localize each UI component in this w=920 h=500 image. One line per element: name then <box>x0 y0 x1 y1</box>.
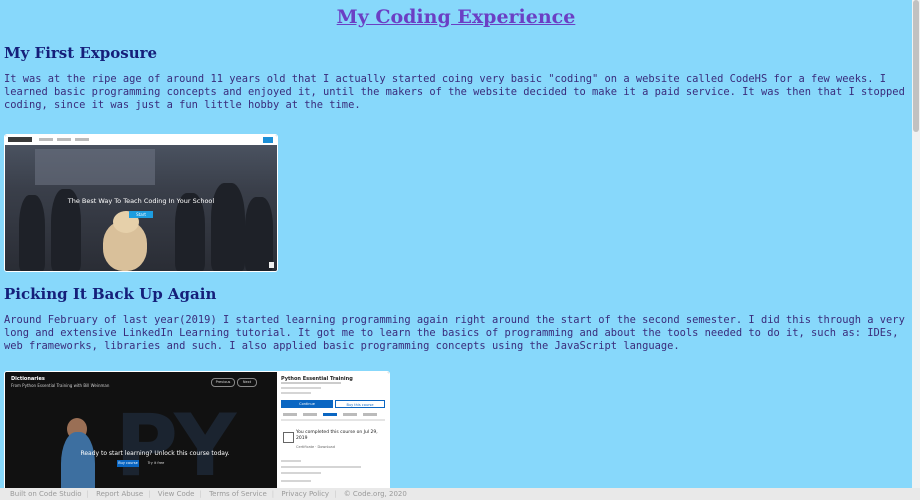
codehs-headline: The Best Way To Teach Coding In Your Sch… <box>67 197 215 205</box>
course-meta-line <box>281 392 311 394</box>
linkedin-learning-screenshot: Dictionaries From Python Essential Train… <box>4 371 390 488</box>
certificate-icon <box>283 432 294 443</box>
buy-this-course-button: Buy this course <box>335 400 385 408</box>
python-watermark: PY <box>115 396 236 488</box>
page-title: My Coding Experience <box>336 6 576 28</box>
sidebar-tab <box>343 413 357 416</box>
classroom-photo: The Best Way To Teach Coding In Your Sch… <box>5 145 277 271</box>
unlock-message: Ready to start learning? Unlock this cou… <box>80 450 230 457</box>
footer-link-view-code[interactable]: View Code <box>158 490 195 498</box>
previous-control: Previous <box>211 378 235 387</box>
sidebar-line <box>281 460 301 462</box>
codehs-logo <box>8 137 32 142</box>
try-free-button: Try it free <box>147 461 165 465</box>
section-text-first-exposure: It was at the ripe age of around 11 year… <box>4 73 905 111</box>
video-subtitle: From Python Essential Training with Bill… <box>11 383 110 388</box>
buy-course-button: Buy course <box>117 460 139 467</box>
codehs-screenshot: The Best Way To Teach Coding In Your Sch… <box>4 134 278 272</box>
sidebar-line <box>281 480 311 482</box>
chat-icon <box>269 262 274 268</box>
sidebar-line <box>281 472 321 474</box>
footer-link-built-on[interactable]: Built on Code Studio <box>10 490 81 498</box>
sidebar-tab <box>363 413 377 416</box>
section-heading-first-exposure: My First Exposure <box>4 44 158 62</box>
nav-link <box>75 138 89 141</box>
next-control: Next <box>237 378 257 387</box>
course-sidebar: Python Essential Training Continue Buy t… <box>277 372 389 488</box>
student-figure <box>245 197 273 271</box>
page-content: My Coding Experience My First Exposure I… <box>0 0 912 488</box>
vertical-scrollbar[interactable] <box>912 0 920 488</box>
nav-link <box>57 138 71 141</box>
sidebar-tab-active <box>323 413 337 416</box>
course-meta-line <box>281 387 321 389</box>
whiteboard <box>35 149 155 185</box>
student-figure <box>19 195 45 271</box>
footer-link-terms[interactable]: Terms of Service <box>209 490 267 498</box>
completed-text: You completed this course on Jul 29, 201… <box>296 430 378 441</box>
instructor-figure <box>61 432 95 488</box>
video-player: Dictionaries From Python Essential Train… <box>5 372 277 488</box>
video-title: Dictionaries <box>11 376 45 382</box>
section-heading-picking-back-up: Picking It Back Up Again <box>4 285 217 303</box>
course-meta <box>281 382 341 384</box>
footer-bar: Built on Code Studio | Report Abuse | View… <box>0 488 920 500</box>
completed-sub: Certificate · Download <box>296 445 335 449</box>
nav-link <box>39 138 53 141</box>
codehs-cta-button: Start <box>129 211 153 218</box>
sidebar-tab <box>303 413 317 416</box>
sidebar-line <box>281 466 361 468</box>
footer-copyright: © Code.org, 2020 <box>343 490 407 498</box>
sidebar-divider <box>281 419 385 421</box>
scrollbar-thumb[interactable] <box>913 0 919 132</box>
section-text-picking-back-up: Around February of last year(2019) I sta… <box>4 314 905 352</box>
nav-button <box>263 137 273 143</box>
continue-button: Continue <box>281 400 333 408</box>
footer-link-report-abuse[interactable]: Report Abuse <box>96 490 143 498</box>
footer-link-privacy[interactable]: Privacy Policy <box>281 490 329 498</box>
codehs-navbar <box>5 135 277 145</box>
sidebar-tab <box>283 413 297 416</box>
